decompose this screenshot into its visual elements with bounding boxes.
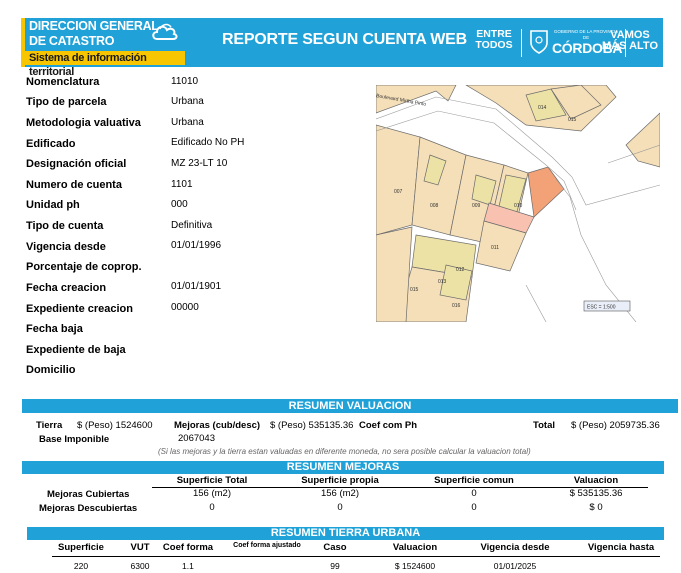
tierra-label: Tierra [36, 420, 63, 431]
field-value: 000 [171, 199, 188, 210]
tierra-cell: 01/01/2025 [493, 561, 537, 571]
field-label: Nomenclatura [26, 76, 100, 88]
field-value: Definitiva [171, 220, 213, 231]
tierra-col-header: VUT [130, 542, 150, 553]
map-lot-label: 015 [410, 287, 419, 293]
mejoras-cell: 0 [471, 502, 477, 513]
map-lot-label: 011 [491, 245, 499, 251]
mejoras-row-label: Mejoras Descubiertas [39, 503, 138, 514]
tierra-cell: 6300 [130, 561, 150, 571]
brand-divider [521, 29, 522, 57]
mejoras-cell: $ 0 [589, 502, 603, 513]
mejoras-col-header: Superficie Total [176, 475, 248, 486]
field-label: Expediente creacion [26, 303, 133, 315]
mejoras-section-title: RESUMEN MEJORAS [22, 461, 664, 474]
field-label: Numero de cuenta [26, 179, 122, 191]
mejoras-cell: 0 [471, 488, 477, 499]
mejoras-cell: 156 (m2) [320, 488, 359, 499]
mejoras-cell: 0 [337, 502, 343, 513]
map-lot-label: 009 [472, 203, 481, 209]
coef-com-ph-label: Coef com Ph [359, 420, 418, 431]
field-label: Domicilio [26, 364, 76, 376]
org-subtitle: Sistema de información territorial [21, 51, 185, 78]
tierra-col-header: Caso [323, 542, 347, 553]
field-value: Edificado No PH [171, 137, 245, 148]
province-seal-icon [530, 30, 548, 54]
org-name-line1: DIRECCION GENERAL [29, 19, 159, 33]
brand-entre-line2: TODOS [475, 39, 513, 51]
tierra-cell: 1.1 [182, 561, 194, 571]
tierra-value: $ (Peso) 1524600 [77, 420, 153, 431]
total-value: $ (Peso) 2059735.36 [571, 420, 660, 431]
report-header: DIRECCION GENERAL DE CATASTRO Sistema de… [21, 18, 663, 78]
map-lot-label: 010 [514, 203, 523, 209]
map-lot-label: 016 [452, 303, 461, 309]
map-lot-label: 013 [438, 279, 447, 285]
field-label: Porcentaje de coprop. [26, 261, 142, 273]
field-label: Expediente de baja [26, 344, 126, 356]
tierra-col-header: Valuacion [392, 542, 438, 553]
base-imponible-value: 2067043 [178, 433, 215, 444]
map-lot-label: 012 [456, 267, 465, 273]
tierra-header-rule [52, 556, 660, 557]
mejoras-value: $ (Peso) 535135.36 [270, 420, 354, 431]
field-value: 11010 [171, 76, 199, 87]
field-value: 1101 [171, 179, 193, 190]
map-scale-label: ESC = 1:500 [587, 305, 616, 311]
brand-vamos-line2: MÁS ALTO [601, 40, 658, 52]
mejoras-cell: $ 535135.36 [569, 488, 623, 499]
tierra-cell: 220 [73, 561, 89, 571]
mejoras-row-label: Mejoras Cubiertas [47, 489, 130, 500]
field-label: Designación oficial [26, 158, 127, 170]
total-label: Total [533, 420, 555, 431]
field-label: Tipo de parcela [26, 96, 107, 108]
field-value: 01/01/1901 [171, 281, 222, 292]
brand-entre-todos: ENTRE TODOS [473, 29, 515, 51]
cadastral-map: Boulevard Mirtha Pinto 007 008 009 010 0… [376, 85, 660, 322]
field-label: Vigencia desde [26, 241, 106, 253]
brand-vamos-mas-alto: VAMOS MÁS ALTO [599, 30, 661, 52]
tierra-cell: 99 [330, 561, 340, 571]
mejoras-cell: 0 [209, 502, 215, 513]
mejoras-col-header: Superficie propia [301, 475, 379, 486]
org-name-line2: DE CATASTRO [29, 34, 115, 48]
field-label: Metodologia valuativa [26, 117, 141, 129]
map-lot-label: 015 [568, 117, 577, 123]
tierra-cell: $ 1524600 [394, 561, 436, 571]
tierra-col-header: Vigencia desde [480, 542, 550, 553]
field-value: 00000 [171, 302, 199, 313]
map-lot-label: 008 [430, 203, 439, 209]
valuacion-section-title: RESUMEN VALUACION [22, 399, 678, 413]
mejoras-label: Mejoras (cub/desc) [174, 420, 261, 431]
field-label: Tipo de cuenta [26, 220, 104, 232]
catastro-logo-icon [152, 23, 178, 40]
tierra-section-title: RESUMEN TIERRA URBANA [27, 527, 664, 540]
field-label: Unidad ph [26, 199, 80, 211]
tierra-col-header: Superficie [58, 542, 104, 553]
field-value: 01/01/1996 [171, 240, 222, 251]
field-label: Edificado [26, 138, 76, 150]
tierra-col-header: Vigencia hasta [587, 542, 655, 553]
mejoras-col-header: Superficie comun [434, 475, 514, 486]
map-lot-label: 014 [538, 105, 547, 111]
tierra-col-header: Coef forma [162, 542, 214, 553]
tierra-col-header: Coef forma ajustado [233, 542, 301, 549]
field-label: Fecha creacion [26, 282, 107, 294]
field-label: Fecha baja [26, 323, 83, 335]
mejoras-cell: 156 (m2) [192, 488, 231, 499]
mejoras-col-header: Valuacion [573, 475, 619, 486]
report-title: REPORTE SEGUN CUENTA WEB [222, 31, 467, 48]
field-value: Urbana [171, 96, 204, 107]
field-value: Urbana [171, 117, 204, 128]
field-value: MZ 23-LT 10 [171, 158, 228, 169]
base-imponible-label: Base Imponible [39, 434, 110, 445]
map-lot-label: 007 [394, 189, 403, 195]
valuacion-note: (Si las mejoras y la tierra estan valuad… [158, 447, 531, 456]
